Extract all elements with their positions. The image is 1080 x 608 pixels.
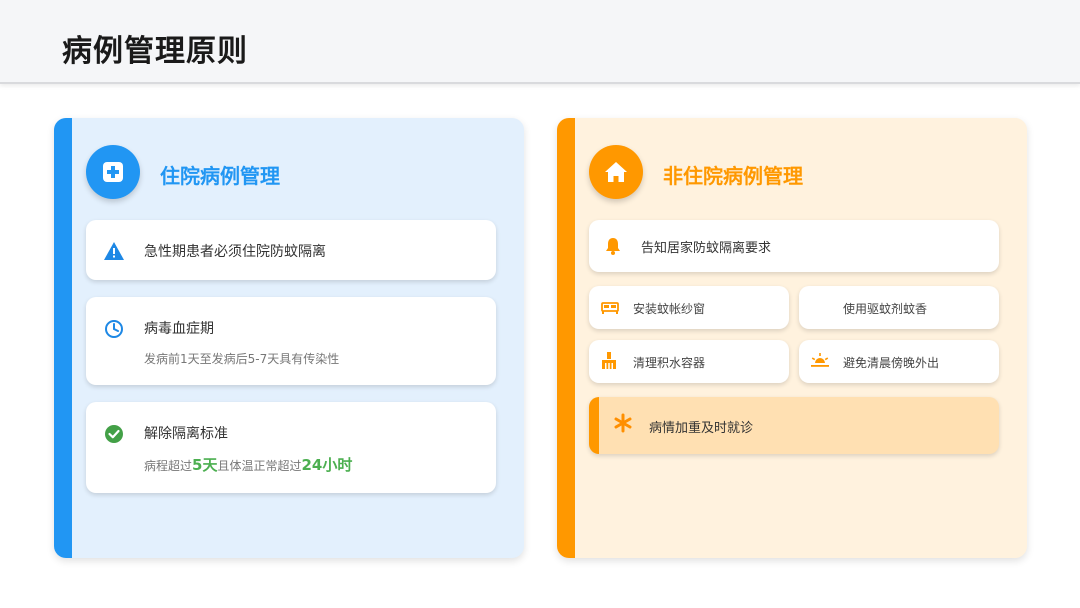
inpatient-panel: 住院病例管理 急性期患者必须住院防蚊隔离 病毒血症期 发病前1天至发病后5-7天… bbox=[54, 118, 524, 558]
outpatient-title: 非住院病例管理 bbox=[663, 164, 803, 188]
card-text: 避免清晨傍晚外出 bbox=[843, 356, 940, 370]
card-text: 清理积水容器 bbox=[633, 356, 706, 370]
card-text: 病情加重及时就诊 bbox=[649, 421, 754, 436]
outpatient-panel: 非住院病例管理 告知居家防蚊隔离要求 安装蚊帐纱窗 使用驱蚊剂蚊香 清理积水容器… bbox=[557, 118, 1027, 558]
panel-accent-bar bbox=[54, 118, 72, 558]
card-text: 解除隔离标准 bbox=[144, 426, 228, 442]
medical-cross-icon bbox=[86, 145, 140, 199]
home-icon bbox=[589, 145, 643, 199]
card-clear-water: 清理积水容器 bbox=[589, 340, 789, 383]
clock-icon bbox=[104, 319, 124, 343]
card-home-isolation: 告知居家防蚊隔离要求 bbox=[589, 220, 999, 272]
card-viremia: 病毒血症期 发病前1天至发病后5-7天具有传染性 bbox=[86, 297, 496, 385]
asterisk-icon bbox=[613, 413, 633, 437]
sunrise-icon bbox=[811, 353, 829, 373]
card-seek-treatment: 病情加重及时就诊 bbox=[589, 397, 999, 454]
warning-icon bbox=[104, 242, 124, 264]
highlight-days: 5天 bbox=[192, 456, 218, 474]
card-text: 使用驱蚊剂蚊香 bbox=[843, 302, 928, 316]
card-text: 安装蚊帐纱窗 bbox=[633, 302, 706, 316]
card-mosquito-net: 安装蚊帐纱窗 bbox=[589, 286, 789, 329]
bed-icon bbox=[601, 300, 619, 319]
card-text: 急性期患者必须住院防蚊隔离 bbox=[144, 244, 326, 260]
card-avoid-dawn-dusk: 避免清晨傍晚外出 bbox=[799, 340, 999, 383]
inpatient-title: 住院病例管理 bbox=[160, 164, 280, 188]
panel-accent-bar bbox=[557, 118, 575, 558]
card-text: 告知居家防蚊隔离要求 bbox=[641, 241, 772, 256]
slide-header: 病例管理原则 bbox=[0, 0, 1080, 84]
card-subtext: 病程超过5天且体温正常超过24小时 bbox=[144, 456, 353, 474]
bell-icon bbox=[605, 237, 621, 259]
check-circle-icon bbox=[104, 424, 124, 448]
highlight-hours: 24小时 bbox=[301, 456, 353, 474]
card-release-criteria: 解除隔离标准 病程超过5天且体温正常超过24小时 bbox=[86, 402, 496, 493]
card-acute-isolation: 急性期患者必须住院防蚊隔离 bbox=[86, 220, 496, 280]
card-text: 病毒血症期 bbox=[144, 321, 214, 337]
broom-icon bbox=[601, 352, 617, 374]
page-title: 病例管理原则 bbox=[62, 34, 248, 69]
alert-accent-bar bbox=[589, 397, 599, 454]
card-subtext: 发病前1天至发病后5-7天具有传染性 bbox=[144, 352, 340, 366]
card-repellent: 使用驱蚊剂蚊香 bbox=[799, 286, 999, 329]
